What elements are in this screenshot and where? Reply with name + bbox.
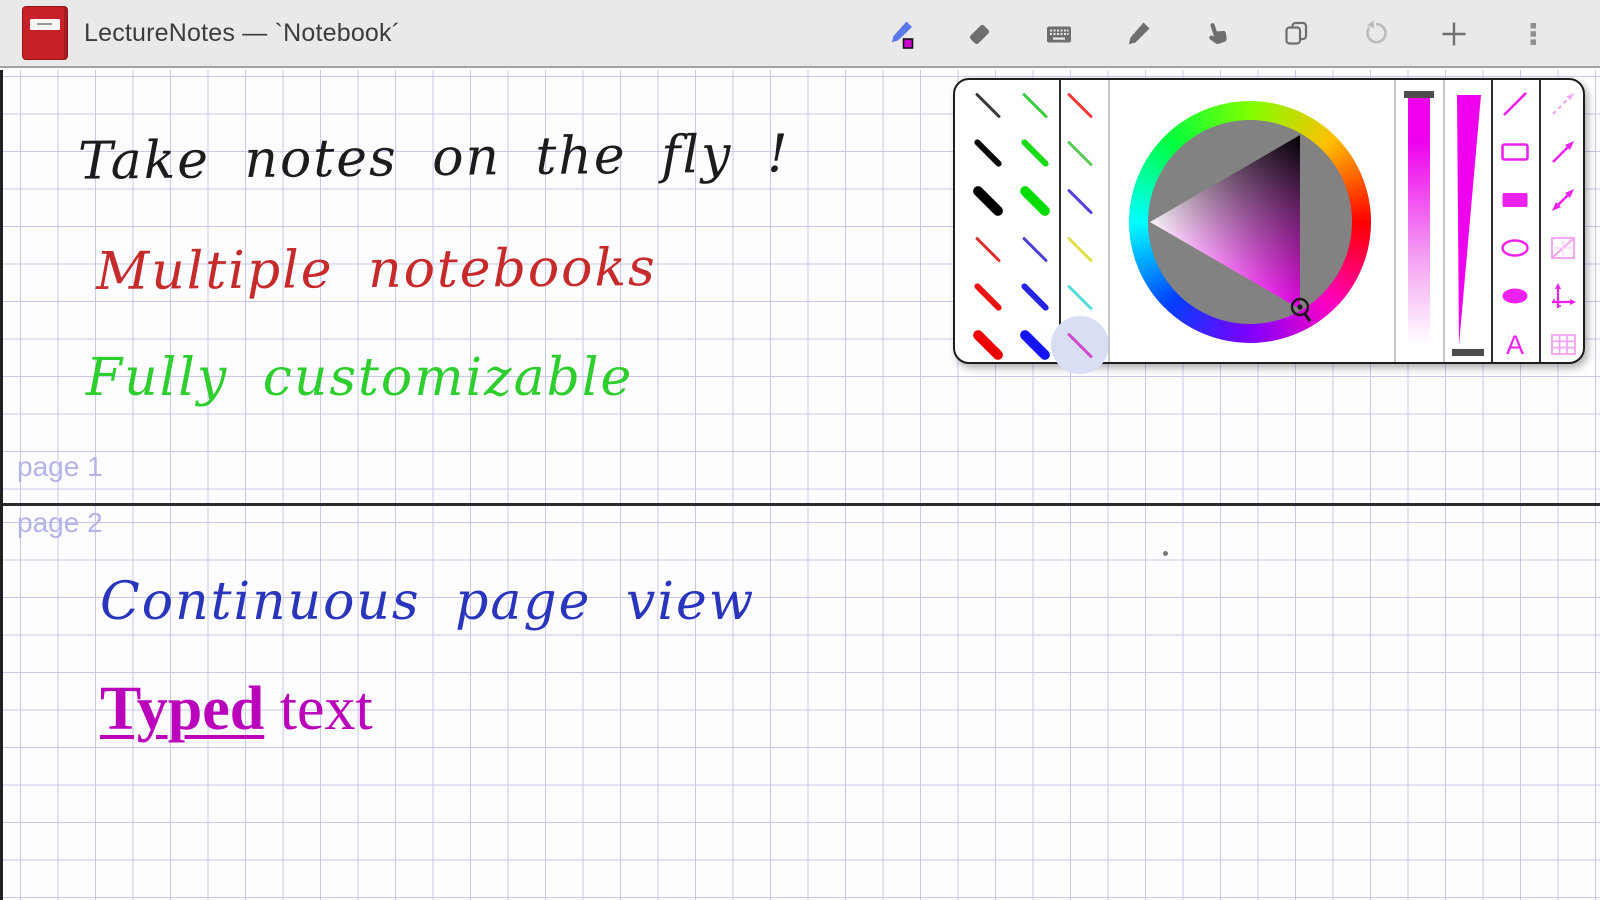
pencil-tool-button[interactable] [1116,10,1160,58]
pen-preset-stroke[interactable] [974,91,1002,119]
double-arrow-tool-button[interactable] [1547,185,1579,217]
text-tool-button[interactable]: A [1499,329,1531,361]
eraser-button[interactable] [958,10,1002,58]
filled-rectangle-tool-button[interactable] [1499,185,1531,217]
filled-ellipse-tool-button[interactable] [1499,281,1531,313]
pen-preset-stroke[interactable] [1020,282,1050,312]
page-2-label: page 2 [17,507,103,538]
saturation-value-triangle[interactable] [1148,120,1352,324]
color-selector-marker [1290,297,1312,322]
grid-icon [1548,329,1578,362]
app-icon [22,6,68,60]
add-button[interactable] [1432,10,1476,58]
keyboard-button[interactable] [1037,10,1081,58]
page-divider [0,503,1600,506]
app-icon-label [30,19,60,30]
grid-tool-button[interactable] [1547,329,1579,361]
pen-preset-stroke[interactable] [974,235,1002,263]
typed-text-rest: text [264,675,373,743]
dashed-arrow-icon [1548,89,1578,122]
pencil-icon [1123,19,1153,49]
opacity-slider-handle[interactable] [1404,91,1434,98]
toolbar-actions [879,0,1555,68]
line-icon [1500,89,1530,122]
pen-preset-stroke[interactable] [973,282,1003,312]
overflow-menu-icon [1518,19,1548,49]
crossed-rectangle-icon [1548,233,1578,266]
double-arrow-icon [1548,185,1578,218]
opacity-slider[interactable] [1408,93,1430,355]
pen-preset-stroke[interactable] [1066,235,1094,263]
arrow-tool-button[interactable] [1547,137,1579,169]
handwritten-note: Continuous page view [100,572,756,632]
crossed-rectangle-tool-button[interactable] [1547,233,1579,265]
popup-divider [1059,80,1061,362]
eraser-icon [965,19,995,49]
handwritten-note: Fully customizable [86,348,634,408]
plus-icon [1439,19,1469,49]
page-left-edge [0,70,3,900]
popup-divider [1108,80,1110,362]
undo-button[interactable] [1353,10,1397,58]
pen-preset-stroke[interactable] [1020,138,1050,168]
typed-text-bold: Typed [100,675,265,743]
pen-preset-stroke[interactable] [1066,91,1094,119]
pen-settings-popup: A [953,78,1585,374]
pen-preset-stroke[interactable] [1066,283,1094,311]
dashed-arrow-tool-button[interactable] [1547,89,1579,121]
stray-ink-dot [1163,551,1168,556]
pen-icon [885,18,917,50]
filled-ellipse-icon [1500,281,1530,314]
filled-rectangle-icon [1500,185,1530,218]
rectangle-icon [1500,137,1530,170]
finger-icon [1202,19,1232,49]
pen-preset-stroke[interactable] [971,328,1005,362]
popup-divider [1539,80,1541,362]
undo-icon [1360,19,1390,49]
ellipse-tool-button[interactable] [1499,233,1531,265]
pen-tool-button[interactable] [879,10,923,58]
handwritten-note: Take notes on the fly ! [77,124,791,192]
popup-divider [1394,80,1396,362]
pen-preset-stroke[interactable] [1021,91,1049,119]
pen-preset-stroke[interactable] [1066,139,1094,167]
stroke-width-handle[interactable] [1452,349,1484,356]
arrow-icon [1548,137,1578,170]
line-tool-button[interactable] [1499,89,1531,121]
duplicate-page-button[interactable] [1274,10,1318,58]
overflow-menu-button[interactable] [1511,10,1555,58]
rectangle-tool-button[interactable] [1499,137,1531,169]
window-title: LectureNotes — `Notebook´ [84,18,401,47]
page-1-label: page 1 [17,451,103,482]
coordinate-axes-icon [1548,281,1578,314]
toolbar: LectureNotes — `Notebook´ [0,0,1600,68]
handwritten-note: Multiple notebooks [95,238,657,302]
stroke-width-slider[interactable] [1453,91,1485,357]
pen-preset-stroke[interactable] [1021,235,1049,263]
pen-preset-stroke[interactable] [971,184,1005,218]
popup-divider [1443,80,1445,362]
lecturenotes-app: LectureNotes — `Notebook´ page 1 page 2 … [0,0,1600,900]
pen-preset-stroke[interactable] [1018,328,1052,362]
pen-preset-stroke[interactable] [1018,184,1052,218]
pen-preset-stroke[interactable] [973,138,1003,168]
finger-button[interactable] [1195,10,1239,58]
popup-divider [1491,80,1493,362]
typed-text-note: Typed text [100,674,373,745]
text-tool-icon: A [1505,329,1524,360]
coordinate-axes-tool-button[interactable] [1547,281,1579,313]
pages-icon [1281,19,1311,49]
pen-preset-stroke[interactable] [1066,187,1094,215]
ellipse-icon [1500,233,1530,266]
keyboard-icon [1044,19,1074,49]
